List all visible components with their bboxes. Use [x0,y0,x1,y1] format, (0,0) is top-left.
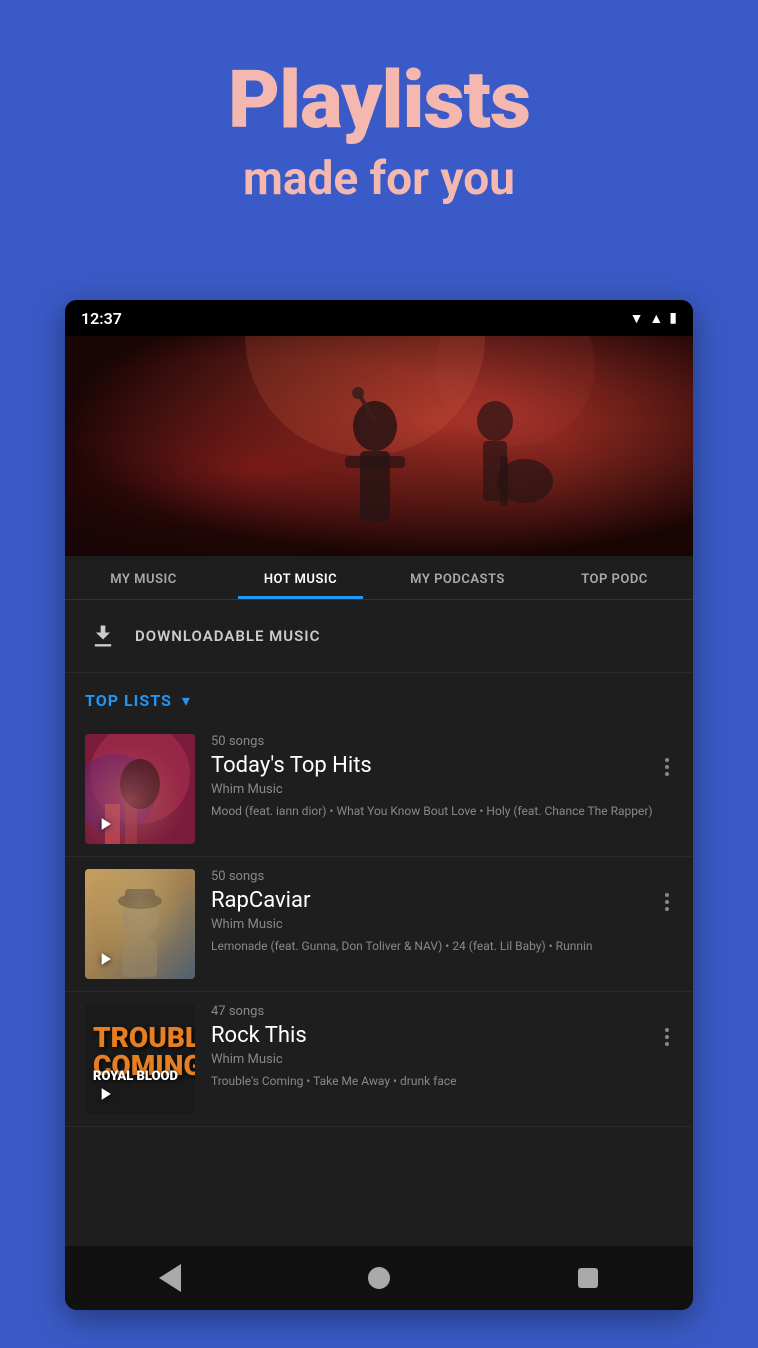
status-bar: 12:37 ▼ ▲ ▮ [65,300,693,336]
playlist-name-rock-this: Rock This [211,1023,653,1048]
playlist-thumb-todays-top-hits [85,734,195,844]
nav-back-button[interactable] [145,1258,195,1298]
back-icon [159,1264,181,1292]
play-button-rock-this[interactable] [91,1080,119,1108]
tab-my-music[interactable]: MY MUSIC [65,556,222,599]
playlist-thumb-rock-this: TROUBLE'SCOMING ROYAL BLOOD [85,1004,195,1114]
playlist-item-rock-this[interactable]: TROUBLE'SCOMING ROYAL BLOOD 47 songs Roc… [65,992,693,1127]
playlist-item-rapcaviar[interactable]: 50 songs RapCaviar Whim Music Lemonade (… [65,857,693,992]
top-lists-label: TOP LISTS [85,691,172,710]
battery-icon: ▮ [669,310,677,326]
tab-hot-music[interactable]: HOT MUSIC [222,556,379,599]
song-count-rapcaviar: 50 songs [211,869,653,884]
concert-artwork [65,336,693,556]
playlist-thumb-rapcaviar [85,869,195,979]
playlist-info-rapcaviar: 50 songs RapCaviar Whim Music Lemonade (… [211,869,653,955]
more-options-rock-this[interactable] [661,1004,673,1050]
more-dots-icon-rapcaviar [661,889,673,915]
chevron-down-icon: ▾ [182,691,190,710]
hero-title: Playlists [20,60,738,140]
wifi-icon: ▼ [630,310,644,327]
signal-icon: ▲ [649,310,663,327]
playlist-provider-rapcaviar: Whim Music [211,917,653,932]
playlist-name-todays-top-hits: Today's Top Hits [211,753,653,778]
nav-home-button[interactable] [354,1258,404,1298]
status-time: 12:37 [81,309,122,328]
playlist-info-todays-top-hits: 50 songs Today's Top Hits Whim Music Moo… [211,734,653,820]
bottom-nav [65,1246,693,1310]
hero-subtitle: made for you [20,152,738,206]
playlist-tracks-rock-this: Trouble's Coming • Take Me Away • drunk … [211,1073,653,1090]
nav-tabs: MY MUSIC HOT MUSIC MY PODCASTS TOP PODC [65,556,693,600]
play-button-todays-top-hits[interactable] [91,810,119,838]
song-count-rock-this: 47 songs [211,1004,653,1019]
download-row[interactable]: DOWNLOADABLE MUSIC [65,600,693,673]
home-icon [368,1267,390,1289]
recents-icon [578,1268,598,1288]
download-icon [85,618,121,654]
top-lists-header[interactable]: TOP LISTS ▾ [65,673,693,722]
more-options-rapcaviar[interactable] [661,869,673,915]
playlist-provider-rock-this: Whim Music [211,1052,653,1067]
tab-my-podcasts[interactable]: MY PODCASTS [379,556,536,599]
download-label: DOWNLOADABLE MUSIC [135,627,320,645]
playlist-info-rock-this: 47 songs Rock This Whim Music Trouble's … [211,1004,653,1090]
playlist-provider-todays-top-hits: Whim Music [211,782,653,797]
more-options-todays-top-hits[interactable] [661,734,673,780]
tab-top-podcasts[interactable]: TOP PODC [536,556,693,599]
playlist-item-todays-top-hits[interactable]: 50 songs Today's Top Hits Whim Music Moo… [65,722,693,857]
song-count-todays-top-hits: 50 songs [211,734,653,749]
more-dots-icon-rock-this [661,1024,673,1050]
playlist-tracks-todays-top-hits: Mood (feat. iann dior) • What You Know B… [211,803,653,820]
nav-recents-button[interactable] [563,1258,613,1298]
hero-section: Playlists made for you [0,0,758,246]
playlist-name-rapcaviar: RapCaviar [211,888,653,913]
status-icons: ▼ ▲ ▮ [630,310,677,327]
playlist-tracks-rapcaviar: Lemonade (feat. Gunna, Don Toliver & NAV… [211,938,653,955]
phone-mockup: 12:37 ▼ ▲ ▮ [65,300,693,1310]
download-svg-icon [89,622,117,650]
more-dots-icon [661,754,673,780]
concert-image [65,336,693,556]
content-area: DOWNLOADABLE MUSIC TOP LISTS ▾ [65,600,693,1127]
play-button-rapcaviar[interactable] [91,945,119,973]
